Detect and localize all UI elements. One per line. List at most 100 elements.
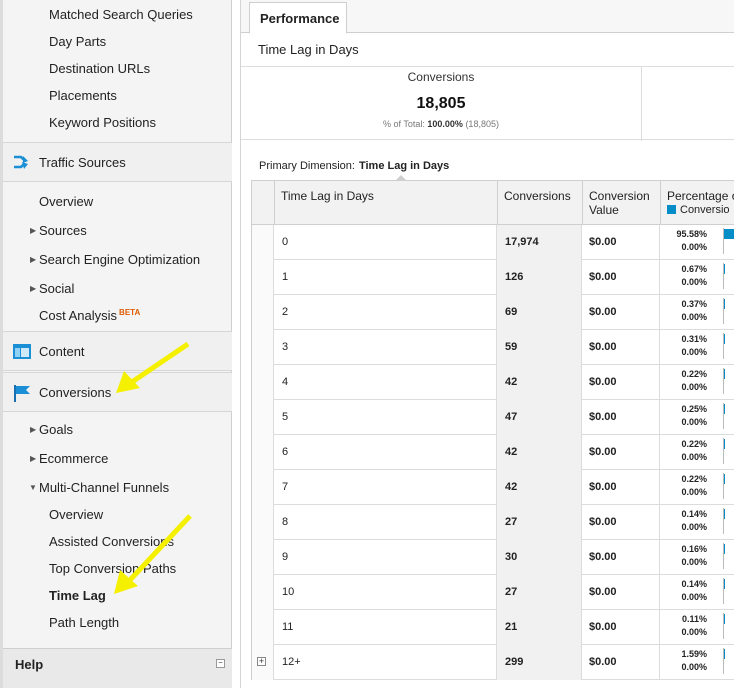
cell-conversion-value: $0.00 (582, 470, 660, 505)
sidebar-item-top-conversion-paths[interactable]: Top Conversion Paths (49, 561, 176, 576)
expand-arrow-icon[interactable]: ▶ (30, 425, 36, 434)
table-row[interactable]: 8 27 $0.00 0.14% 0.00% (251, 505, 734, 540)
sidebar-item-sources[interactable]: Sources (39, 223, 87, 238)
percentage-value: 0.00% (681, 592, 707, 602)
percentage-value: 0.00% (681, 662, 707, 672)
table-row[interactable]: 11 21 $0.00 0.11% 0.00% (251, 610, 734, 645)
expand-arrow-icon[interactable]: ▶ (30, 255, 36, 264)
table-row[interactable]: 4 42 $0.00 0.22% 0.00% (251, 365, 734, 400)
collapse-arrow-icon[interactable]: ▼ (29, 483, 37, 492)
cell-time-lag: 1 (274, 260, 497, 295)
sidebar-section-content[interactable]: Content (3, 331, 232, 371)
cell-conversion-value: $0.00 (582, 400, 660, 435)
summary-value: 18,805 (416, 95, 466, 112)
cell-conversion-value: $0.00 (582, 260, 660, 295)
sidebar-item-path-length[interactable]: Path Length (49, 615, 119, 630)
sidebar-item-ecommerce[interactable]: Ecommerce (39, 451, 108, 466)
sidebar-item-multi-channel-funnels[interactable]: Multi-Channel Funnels (39, 480, 169, 495)
row-expander (252, 225, 274, 260)
tab-bar: Performance (241, 0, 734, 34)
expand-arrow-icon[interactable]: ▶ (30, 284, 36, 293)
percentage-conversions: 0.37% (681, 299, 707, 309)
table-row[interactable]: 7 42 $0.00 0.22% 0.00% (251, 470, 734, 505)
expand-plus-icon[interactable]: + (257, 657, 266, 666)
cell-conversions: 42 (497, 365, 582, 400)
sidebar-item-destination-urls[interactable]: Destination URLs (49, 61, 150, 76)
percentage-conversions: 0.16% (681, 544, 707, 554)
sidebar-item-label: Cost Analysis (39, 308, 118, 323)
expand-arrow-icon[interactable]: ▶ (30, 226, 36, 235)
sidebar-section-label: Traffic Sources (39, 155, 126, 170)
cell-conversions: 42 (497, 435, 582, 470)
cell-conversions: 69 (497, 295, 582, 330)
expand-arrow-icon[interactable]: ▶ (30, 454, 36, 463)
row-expander (252, 505, 274, 540)
cell-conversion-value: $0.00 (582, 575, 660, 610)
primary-dimension-value[interactable]: Time Lag in Days (359, 160, 449, 172)
cell-conversions: 27 (497, 575, 582, 610)
table-row[interactable]: 6 42 $0.00 0.22% 0.00% (251, 435, 734, 470)
percentage-bar (724, 544, 725, 554)
sidebar-item-keyword-positions[interactable]: Keyword Positions (49, 115, 156, 130)
sidebar-section-label: Content (39, 344, 85, 359)
row-expander[interactable]: + (252, 645, 274, 680)
summary-scorecard: Conversions 18,805 % of Total: 100.00% (… (241, 66, 734, 141)
percentage-value: 0.00% (681, 627, 707, 637)
cell-conversions: 17,974 (497, 225, 582, 260)
sidebar-item-placements[interactable]: Placements (49, 88, 117, 103)
sidebar-item-seo[interactable]: Search Engine Optimization (39, 252, 200, 267)
sidebar-item-social[interactable]: Social (39, 281, 74, 296)
tab-performance[interactable]: Performance (249, 2, 347, 34)
table-row[interactable]: 2 69 $0.00 0.37% 0.00% (251, 295, 734, 330)
table-row[interactable]: 3 59 $0.00 0.31% 0.00% (251, 330, 734, 365)
cell-conversions: 59 (497, 330, 582, 365)
percentage-bar (724, 614, 725, 624)
summary-divider (641, 67, 642, 141)
table-row[interactable]: 10 27 $0.00 0.14% 0.00% (251, 575, 734, 610)
table-row[interactable]: 1 126 $0.00 0.67% 0.00% (251, 260, 734, 295)
column-header-percentage[interactable]: Percentage o Conversio (660, 181, 734, 226)
percentage-bar (724, 439, 725, 449)
sidebar-item-assisted-conversions[interactable]: Assisted Conversions (49, 534, 174, 549)
table-header: Time Lag in Days Conversions Conversion … (251, 180, 734, 226)
cell-percentage: 0.11% 0.00% (660, 610, 734, 645)
sidebar-item-time-lag[interactable]: Time Lag (49, 588, 106, 603)
primary-dimension-label: Primary Dimension: (259, 160, 355, 172)
percentage-bar (724, 299, 725, 309)
summary-total: % of Total: 100.00% (18,805) (241, 119, 641, 129)
sidebar-section-conversions[interactable]: Conversions (3, 372, 232, 412)
percentage-bar (724, 649, 725, 659)
sidebar-item-goals[interactable]: Goals (39, 422, 73, 437)
collapse-icon[interactable]: − (216, 659, 225, 668)
help-section[interactable]: Help − (3, 648, 232, 688)
cell-time-lag: 0 (274, 225, 497, 260)
sidebar-section-traffic-sources[interactable]: Traffic Sources (3, 142, 232, 182)
sidebar-item-mcf-overview[interactable]: Overview (49, 507, 103, 522)
percentage-bar (724, 264, 725, 274)
percentage-bar (724, 474, 725, 484)
table-row[interactable]: 5 47 $0.00 0.25% 0.00% (251, 400, 734, 435)
percentage-conversions: 0.14% (681, 509, 707, 519)
table-row[interactable]: 9 30 $0.00 0.16% 0.00% (251, 540, 734, 575)
percentage-conversions: 0.25% (681, 404, 707, 414)
cell-time-lag: 7 (274, 470, 497, 505)
column-header-time-lag[interactable]: Time Lag in Days (274, 181, 497, 226)
sidebar-item-day-parts[interactable]: Day Parts (49, 34, 106, 49)
percentage-conversions: 0.14% (681, 579, 707, 589)
percentage-conversions: 0.67% (681, 264, 707, 274)
sidebar-item-ts-overview[interactable]: Overview (39, 194, 93, 209)
cell-conversions: 27 (497, 505, 582, 540)
table-row[interactable]: 0 17,974 $0.00 95.58% 0.00% (251, 225, 734, 260)
percentage-value: 0.00% (681, 382, 707, 392)
column-header-conversions[interactable]: Conversions (497, 181, 582, 226)
column-header-conversion-value[interactable]: Conversion Value (582, 181, 660, 226)
sidebar: Matched Search Queries Day Parts Destina… (0, 0, 232, 688)
summary-total-prefix: % of Total: (383, 119, 425, 129)
cell-percentage: 0.67% 0.00% (660, 260, 734, 295)
sidebar-item-matched-search-queries[interactable]: Matched Search Queries (49, 7, 193, 22)
cell-conversion-value: $0.00 (582, 225, 660, 260)
sidebar-item-cost-analysis[interactable]: Cost Analysis BETA (39, 308, 140, 323)
percentage-value: 0.00% (681, 347, 707, 357)
percentage-bar (724, 579, 725, 589)
table-row[interactable]: +12+ 299 $0.00 1.59% 0.00% (251, 645, 734, 680)
